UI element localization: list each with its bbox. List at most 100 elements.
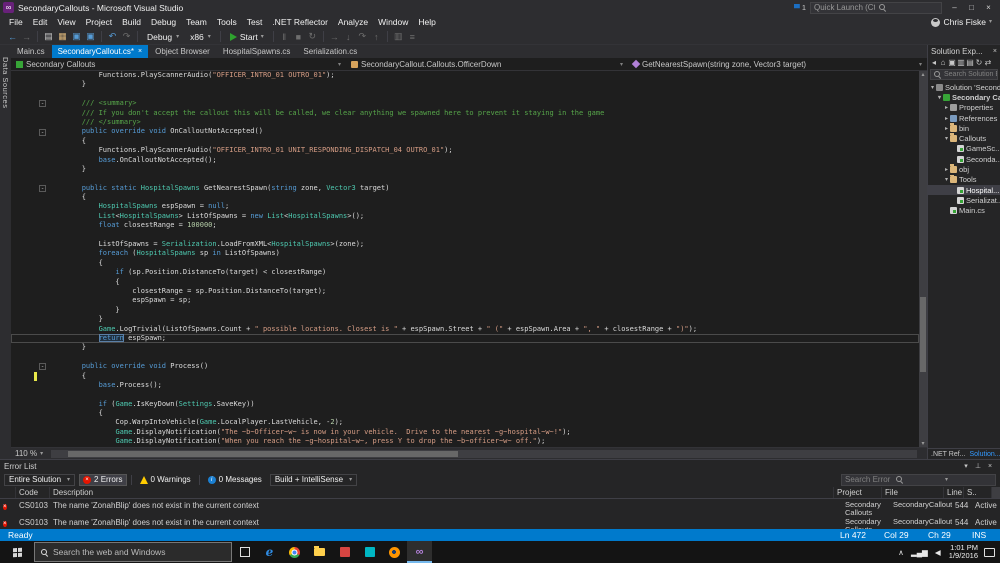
store-icon[interactable] xyxy=(357,541,382,563)
tab-object-browser[interactable]: Object Browser xyxy=(149,45,216,58)
error-list-titlebar[interactable]: Error List ▾ ⊥ × xyxy=(0,460,1000,472)
undo-icon[interactable]: ↶ xyxy=(106,30,119,43)
tree-collapsed-icon[interactable]: ▸ xyxy=(943,104,950,111)
menu-build[interactable]: Build xyxy=(117,15,146,29)
chrome-icon[interactable] xyxy=(282,541,307,563)
menu-analyze[interactable]: Analyze xyxy=(333,15,373,29)
code-line[interactable]: - public override void OnCalloutNotAccep… xyxy=(11,127,919,136)
column-line[interactable]: Line xyxy=(944,487,964,498)
column-project[interactable]: Project xyxy=(834,487,882,498)
code-line[interactable]: ListOfSpawns = Serialization.LoadFromXML… xyxy=(11,240,919,249)
scroll-down-icon[interactable]: ▾ xyxy=(919,440,927,447)
menu-tools[interactable]: Tools xyxy=(212,15,242,29)
messages-filter-button[interactable]: i 0 Messages xyxy=(204,474,266,486)
open-file-icon[interactable]: ▦ xyxy=(56,30,69,43)
code-line[interactable]: Game.DisplayNotification("The ~b~Officer… xyxy=(11,428,919,437)
code-line[interactable]: } xyxy=(11,165,919,174)
menu-team[interactable]: Team xyxy=(181,15,212,29)
code-line[interactable]: if (sp.Position.DistanceTo(target) < clo… xyxy=(11,268,919,277)
tab-main-cs[interactable]: Main.cs xyxy=(11,45,51,58)
code-line[interactable] xyxy=(11,174,919,183)
tab-secondarycallout-cs[interactable]: SecondaryCallout.cs*× xyxy=(52,45,149,58)
column-severity[interactable] xyxy=(0,487,16,498)
tree-item-references[interactable]: ▸References xyxy=(928,113,1000,123)
taskbar-search-input[interactable]: Search the web and Windows xyxy=(34,542,232,562)
edge-icon[interactable]: e xyxy=(257,541,282,563)
code-line[interactable] xyxy=(11,353,919,362)
code-line[interactable]: { xyxy=(11,137,919,146)
visual-studio-icon[interactable]: ∞ xyxy=(407,541,432,563)
tab-hospitalspawns-cs[interactable]: HospitalSpawns.cs xyxy=(217,45,297,58)
code-line[interactable]: /// If you don't accept the callout this… xyxy=(11,109,919,118)
column-code[interactable]: Code xyxy=(16,487,50,498)
step-out-icon[interactable]: ↑ xyxy=(370,30,383,43)
save-icon[interactable]: ▣ xyxy=(70,30,83,43)
close-button[interactable]: × xyxy=(980,1,997,14)
tree-item-seconda[interactable]: Seconda... xyxy=(928,154,1000,164)
show-all-files-icon[interactable]: ▤ xyxy=(966,58,974,67)
menu-file[interactable]: File xyxy=(4,15,28,29)
tool-tab-net-ref[interactable]: .NET Ref... xyxy=(931,451,966,458)
tree-item-solution-secondar[interactable]: ▾Solution 'Secondar... xyxy=(928,82,1000,92)
find-in-files-icon[interactable]: ▥ xyxy=(392,30,405,43)
scrollbar[interactable] xyxy=(992,487,1000,498)
notifications-button[interactable]: 1 xyxy=(794,3,806,12)
tree-item-hospital[interactable]: Hospital... xyxy=(928,185,1000,195)
editor-horizontal-scrollbar[interactable]: 110 % ▾ xyxy=(11,447,927,459)
tree-collapsed-icon[interactable]: ▸ xyxy=(943,115,950,122)
code-line[interactable]: espSpawn = sp; xyxy=(11,296,919,305)
tree-item-gamesc[interactable]: GameSc... xyxy=(928,144,1000,154)
project-dropdown[interactable]: Secondary Callouts ▾ xyxy=(11,58,346,70)
code-line[interactable]: base.OnCalloutNotAccepted(); xyxy=(11,156,919,165)
volume-icon[interactable]: ◀ xyxy=(933,548,943,557)
tree-item-serializat[interactable]: Serializat... xyxy=(928,195,1000,205)
nav-forward-icon[interactable]: → xyxy=(20,30,33,43)
pin-icon[interactable]: ⊥ xyxy=(972,462,984,470)
code-line[interactable] xyxy=(11,231,919,240)
new-file-icon[interactable]: ▤ xyxy=(42,30,55,43)
code-line[interactable]: Cop.WarpIntoVehicle(Game.LocalPlayer.Las… xyxy=(11,418,919,427)
code-line[interactable]: HospitalSpawns espSpawn = null; xyxy=(11,202,919,211)
stop-debugging-icon[interactable]: ■ xyxy=(292,30,305,43)
code-line[interactable]: List<HospitalSpawns> ListOfSpawns = new … xyxy=(11,212,919,221)
start-button[interactable] xyxy=(0,541,34,563)
code-line[interactable]: } xyxy=(11,343,919,352)
action-center-icon[interactable] xyxy=(984,548,995,557)
tree-item-obj[interactable]: ▸obj xyxy=(928,164,1000,174)
code-line[interactable]: - public static HospitalSpawns GetNeares… xyxy=(11,184,919,193)
solution-explorer-titlebar[interactable]: Solution Exp... × xyxy=(928,45,1000,57)
quick-launch-input[interactable]: Quick Launch (Ctrl+Q) xyxy=(810,2,942,14)
code-line[interactable]: Functions.PlayScannerAudio("OFFICER_INTR… xyxy=(11,71,919,80)
code-line[interactable]: foreach (HospitalSpawns sp in ListOfSpaw… xyxy=(11,249,919,258)
tree-item-callouts[interactable]: ▾Callouts xyxy=(928,133,1000,143)
start-debugging-button[interactable]: Start▾ xyxy=(225,30,269,43)
tree-item-secondary-call[interactable]: ▾Secondary Call... xyxy=(928,92,1000,102)
member-dropdown[interactable]: GetNearestSpawn(string zone, Vector3 tar… xyxy=(628,58,927,70)
step-over-icon[interactable]: ↷ xyxy=(356,30,369,43)
fold-collapse-icon[interactable]: - xyxy=(39,100,46,107)
editor-zoom-control[interactable]: 110 % ▾ xyxy=(11,449,47,458)
scope-dropdown[interactable]: Entire Solution ▾ xyxy=(4,474,75,486)
line-comment-icon[interactable]: ≡ xyxy=(406,30,419,43)
code-line[interactable]: - /// <summary> xyxy=(11,99,919,108)
minimize-button[interactable]: – xyxy=(946,1,963,14)
menu-edit[interactable]: Edit xyxy=(28,15,53,29)
code-line[interactable]: /// </summary> xyxy=(11,118,919,127)
code-line[interactable]: base.Process(); xyxy=(11,381,919,390)
window-position-icon[interactable]: ▾ xyxy=(960,462,972,470)
scroll-up-icon[interactable]: ▴ xyxy=(919,71,927,78)
nav-backward-icon[interactable]: ← xyxy=(6,30,19,43)
menu-net-reflector[interactable]: .NET Reflector xyxy=(267,15,333,29)
properties-icon[interactable]: ▥ xyxy=(957,58,965,67)
code-line[interactable]: float closestRange = 100000; xyxy=(11,221,919,230)
code-editor[interactable]: Functions.PlayScannerAudio("OFFICER_INTR… xyxy=(11,71,919,447)
close-icon[interactable]: × xyxy=(138,45,142,58)
title-bar[interactable]: ∞ SecondaryCallouts - Microsoft Visual S… xyxy=(0,0,1000,15)
task-view-icon[interactable] xyxy=(232,541,257,563)
tree-item-bin[interactable]: ▸bin xyxy=(928,123,1000,133)
redo-icon[interactable]: ↷ xyxy=(120,30,133,43)
tool-tab-solution[interactable]: Solution... xyxy=(970,451,1000,458)
code-line[interactable]: - public override void Process() xyxy=(11,362,919,371)
fold-collapse-icon[interactable]: - xyxy=(39,129,46,136)
error-row[interactable]: ×CS0103The name 'ZonahBlip' does not exi… xyxy=(0,499,1000,516)
